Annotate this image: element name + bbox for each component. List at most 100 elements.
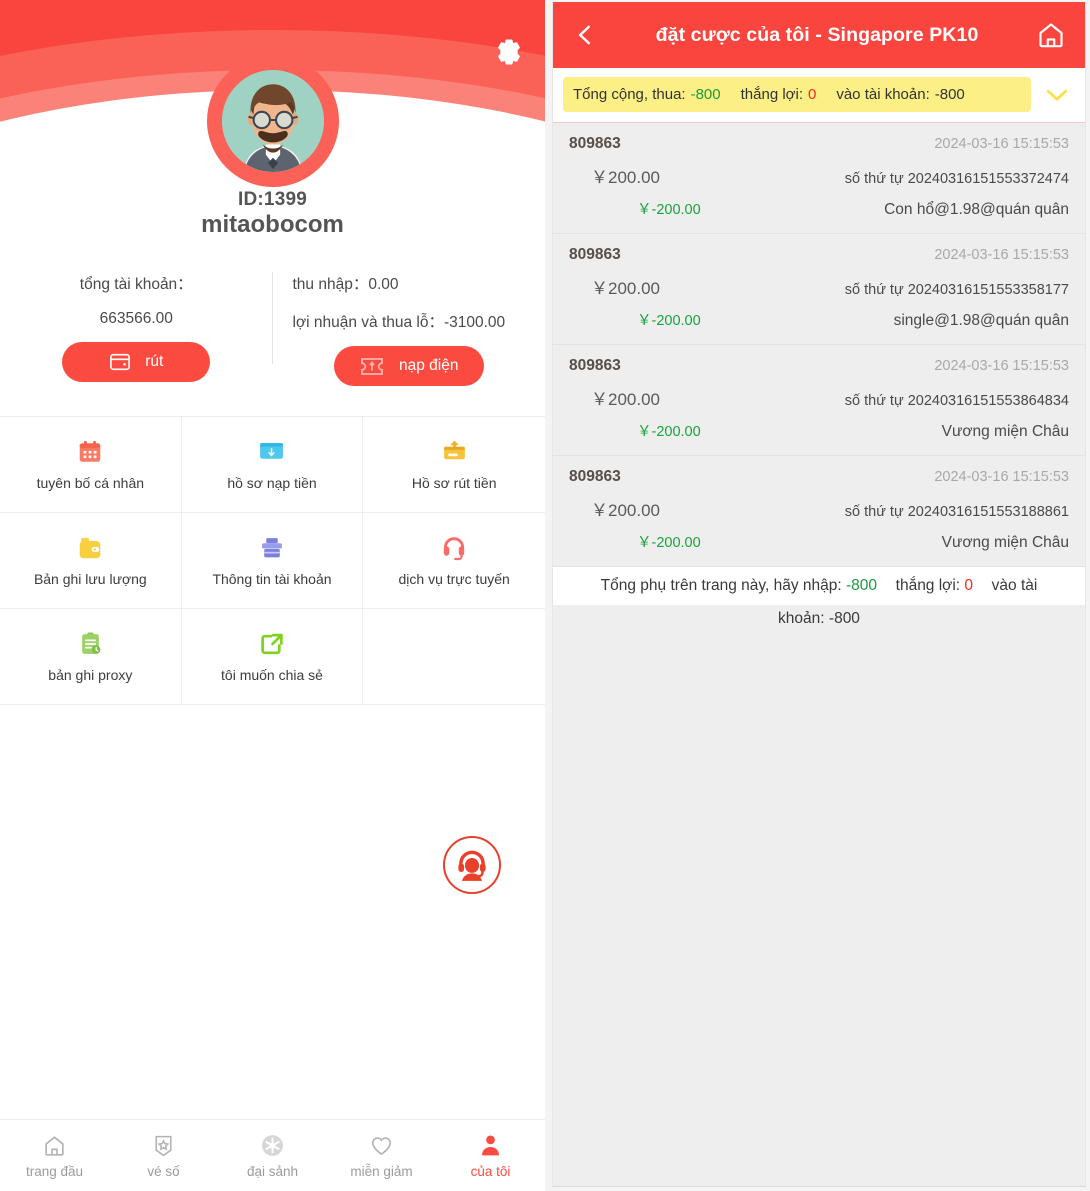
bet-amount: ￥200.00 xyxy=(591,168,660,187)
menu-item-withdraw-records[interactable]: Hồ sơ rút tiền xyxy=(363,417,545,513)
withdraw-button-label: rút xyxy=(145,353,164,370)
menu-item-flow-records[interactable]: Bản ghi lưu lượng xyxy=(0,513,182,609)
total-balance-value: 663566.00 xyxy=(99,310,173,327)
customer-service-icon[interactable] xyxy=(443,836,501,894)
income-line: thu nhập：0.00 xyxy=(287,272,532,294)
bet-desc: Vương miện Châu xyxy=(941,534,1069,551)
tab-label: vé số xyxy=(147,1164,180,1179)
menu-item-account-info[interactable]: Thông tin tài khoản xyxy=(181,513,364,609)
gear-icon[interactable] xyxy=(489,32,529,72)
bets-panel-inner: đặt cược của tôi - Singapore PK10 Tổng c… xyxy=(552,2,1086,1187)
menu-item-proxy-records[interactable]: bản ghi proxy xyxy=(0,609,182,705)
wallet-icon xyxy=(77,534,103,562)
income-value: 0.00 xyxy=(368,276,399,293)
tab-label: miễn giảm xyxy=(350,1164,413,1179)
tab-label: của tôi xyxy=(470,1164,511,1179)
user-id: ID:1399 xyxy=(238,189,307,210)
headset-icon xyxy=(441,534,467,562)
bet-desc: Vương miện Châu xyxy=(941,423,1069,440)
menu-item-label: Hồ sơ rút tiền xyxy=(411,475,497,491)
bet-row[interactable]: 809863 2024-03-16 15:15:53 ￥200.00 số thứ … xyxy=(553,345,1085,456)
page-total-label: Tổng phụ trên trang này, hãy nhập: xyxy=(600,577,842,594)
summary-win-value: 0 xyxy=(808,86,817,103)
profile-identity: ID:1399 mitaobocom xyxy=(0,189,545,238)
bet-time: 2024-03-16 15:15:53 xyxy=(934,469,1069,485)
bet-time: 2024-03-16 15:15:53 xyxy=(934,358,1069,374)
bet-id: 809863 xyxy=(569,135,621,152)
bet-id: 809863 xyxy=(569,468,621,485)
total-balance-column: tổng tài khoản： 663566.00 rút xyxy=(0,266,273,386)
chevron-left-icon[interactable] xyxy=(567,17,603,53)
menu-item-share[interactable]: tôi muốn chia sẻ xyxy=(181,609,364,705)
avatar[interactable] xyxy=(221,70,324,172)
bottom-tab-bar: trang đầu vé số đại sảnh miễn giảm của t… xyxy=(0,1119,545,1191)
tab-label: trang đầu xyxy=(25,1164,84,1179)
page-total-account-value: -800 xyxy=(828,609,860,627)
profile-header: ID:1399 mitaobocom xyxy=(0,0,545,260)
bet-desc: Con hổ@1.98@quán quân xyxy=(884,201,1069,218)
lottery-ticket-icon xyxy=(151,1132,176,1158)
bet-time: 2024-03-16 15:15:53 xyxy=(934,136,1069,152)
deposit-card-icon xyxy=(258,438,285,466)
clipboard-icon xyxy=(78,630,103,658)
calendar-icon xyxy=(77,438,103,466)
bets-panel: đặt cược của tôi - Singapore PK10 Tổng c… xyxy=(545,0,1090,1191)
bank-icon xyxy=(259,534,285,562)
menu-item-deposit-records[interactable]: hồ sơ nạp tiền xyxy=(181,417,364,513)
bet-profit: ￥-200.00 xyxy=(637,424,701,440)
tab-home[interactable]: trang đầu xyxy=(0,1120,109,1191)
tab-mine[interactable]: của tôi xyxy=(436,1120,545,1191)
summary-total-label: Tổng cộng, thua: xyxy=(573,86,686,103)
username: mitaobocom xyxy=(201,210,344,238)
tab-discount[interactable]: miễn giảm xyxy=(327,1120,436,1191)
menu-item-label: tuyên bố cá nhân xyxy=(36,475,145,491)
menu-item-label: tôi muốn chia sẻ xyxy=(221,667,323,683)
bet-order: số thứ tự 20240316151553188861 xyxy=(844,504,1069,520)
menu-empty-cell xyxy=(363,609,545,705)
bet-profit: ￥-200.00 xyxy=(637,202,701,218)
wallet-icon xyxy=(109,352,131,372)
summary-account-label: vào tài khoản: xyxy=(836,86,930,103)
menu-item-personal-statement[interactable]: tuyên bố cá nhân xyxy=(0,417,182,513)
page-title: đặt cược của tôi - Singapore PK10 xyxy=(655,23,979,46)
person-icon xyxy=(478,1132,503,1158)
menu-item-label: Bản ghi lưu lượng xyxy=(33,571,147,587)
menu-item-label: Thông tin tài khoản xyxy=(212,571,332,587)
bet-desc: single@1.98@quán quân xyxy=(893,312,1069,329)
bet-id: 809863 xyxy=(569,246,621,263)
lobby-icon xyxy=(260,1132,285,1158)
ticket-icon xyxy=(359,356,385,377)
bet-row[interactable]: 809863 2024-03-16 15:15:53 ￥200.00 số thứ … xyxy=(553,456,1085,567)
tab-lottery[interactable]: vé số xyxy=(109,1120,218,1191)
summary-chip: Tổng cộng, thua: -800 thắng lợi: 0 vào t… xyxy=(563,77,1031,112)
bet-order: số thứ tự 20240316151553864834 xyxy=(844,393,1069,409)
bets-header: đặt cược của tôi - Singapore PK10 xyxy=(553,2,1085,68)
chevron-down-icon[interactable] xyxy=(1039,80,1075,110)
bet-amount: ￥200.00 xyxy=(591,390,660,409)
bet-amount: ￥200.00 xyxy=(591,279,660,298)
bet-row[interactable]: 809863 2024-03-16 15:15:53 ￥200.00 số thứ … xyxy=(553,234,1085,345)
menu-item-label: dịch vụ trực tuyến xyxy=(398,571,510,587)
summary-account-value: -800 xyxy=(934,86,965,103)
menu-grid: tuyên bố cá nhân hồ sơ nạp tiền Hồ sơ rú… xyxy=(0,416,545,705)
deposit-button[interactable]: nạp điện xyxy=(333,346,484,386)
tab-lobby[interactable]: đại sảnh xyxy=(218,1120,327,1191)
withdraw-card-icon xyxy=(441,438,468,466)
menu-item-online-service[interactable]: dịch vụ trực tuyến xyxy=(363,513,545,609)
menu-item-label: hồ sơ nạp tiền xyxy=(227,475,317,491)
page-total-account-label2: khoản: xyxy=(778,609,825,627)
page-total-win-label: thắng lợi: xyxy=(895,577,961,594)
bet-order: số thứ tự 20240316151553372474 xyxy=(844,171,1069,187)
bet-amount: ￥200.00 xyxy=(591,501,660,520)
heart-icon xyxy=(369,1132,394,1158)
total-balance-label: tổng tài khoản： xyxy=(79,276,193,293)
bet-row[interactable]: 809863 2024-03-16 15:15:53 ￥200.00 số thứ … xyxy=(553,123,1085,234)
share-icon xyxy=(259,630,285,658)
home-outline-icon[interactable] xyxy=(1031,15,1071,55)
pnl-label: lợi nhuận và thua lỗ： xyxy=(292,314,444,331)
withdraw-button[interactable]: rút xyxy=(62,342,211,382)
pnl-line: lợi nhuận và thua lỗ：-3100.00 xyxy=(287,310,532,332)
income-label: thu nhập： xyxy=(292,276,369,293)
tab-label: đại sảnh xyxy=(246,1164,299,1179)
summary-total-value: -800 xyxy=(690,86,721,103)
